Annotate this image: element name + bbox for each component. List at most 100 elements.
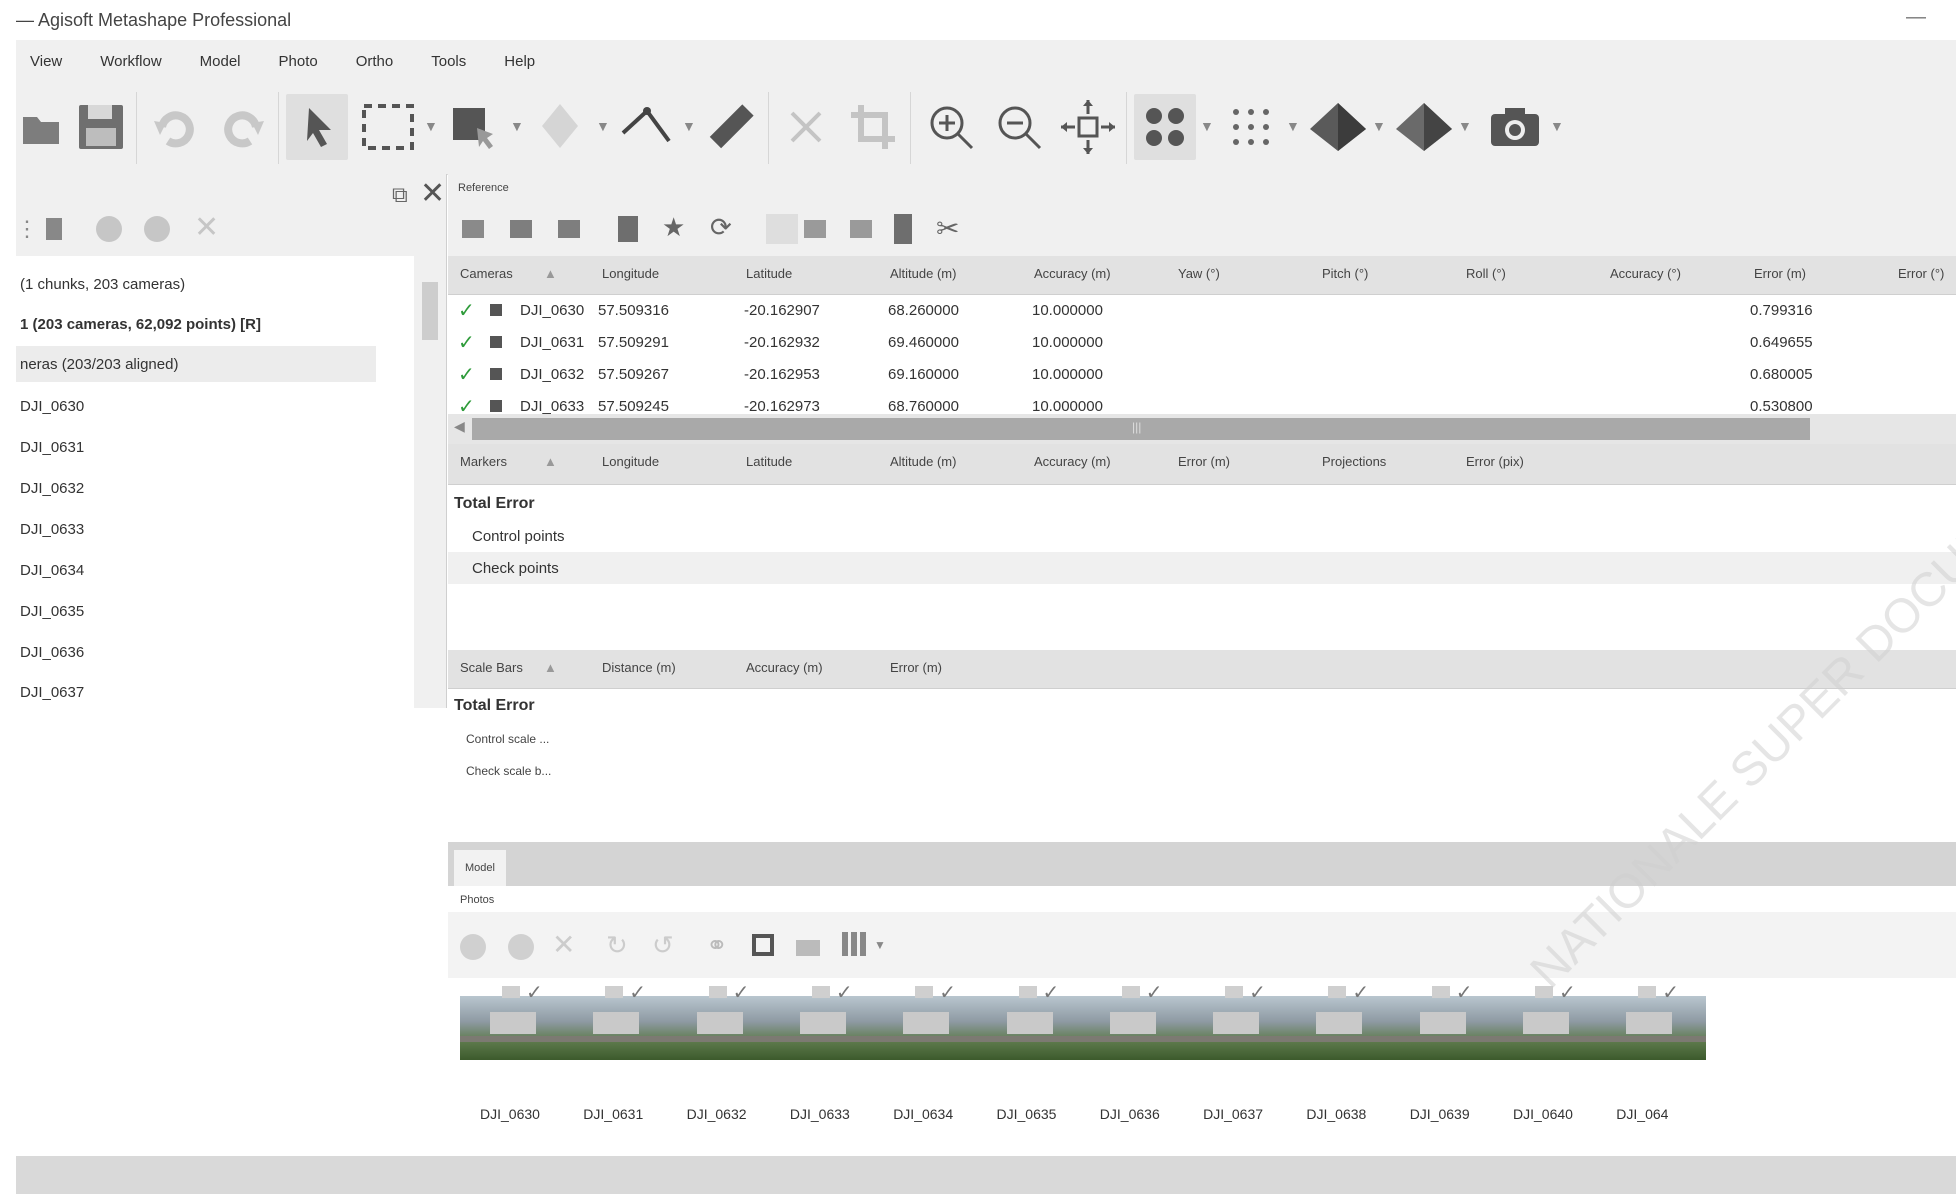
model-textured-icon[interactable]	[1392, 94, 1456, 160]
menu-tools[interactable]: Tools	[421, 53, 476, 70]
chevron-down-icon[interactable]: ▼	[874, 938, 886, 952]
sort-icon[interactable]	[894, 214, 912, 244]
checkbox-checked-icon[interactable]: ✓	[458, 330, 475, 355]
column-header[interactable]: Accuracy (°)	[1610, 266, 1681, 281]
chevron-down-icon[interactable]: ▼	[510, 118, 524, 134]
capture-view-icon[interactable]	[1482, 94, 1548, 160]
photo-thumbnail[interactable]: ✓ DJI_0639	[1389, 982, 1504, 1122]
checkbox-checked-icon[interactable]: ✓	[458, 362, 475, 387]
photo-thumbnail[interactable]: ✓ DJI_0638	[1286, 982, 1400, 1122]
checkbox-checked-icon[interactable]: ✓	[458, 394, 475, 414]
column-header[interactable]: Latitude	[746, 454, 792, 469]
column-header[interactable]: Error (°)	[1898, 266, 1944, 281]
photo-thumbnail[interactable]: ✓ DJI_0632	[666, 982, 781, 1122]
scrollbar-thumb[interactable]	[422, 282, 438, 340]
chevron-down-icon[interactable]: ▼	[1200, 118, 1214, 134]
column-header[interactable]: Longitude	[602, 266, 659, 281]
view-errors-icon[interactable]	[850, 220, 872, 238]
scrollbar-thumb[interactable]: |||	[472, 418, 1810, 440]
redo-icon[interactable]	[212, 94, 272, 160]
view-estimated-icon[interactable]	[804, 220, 826, 238]
crop-icon[interactable]	[842, 94, 904, 160]
close-icon[interactable]: ✕	[420, 176, 445, 211]
polyline-icon[interactable]	[616, 94, 678, 160]
menu-help[interactable]: Help	[494, 53, 545, 70]
remove-icon[interactable]: ✕	[194, 210, 219, 245]
chevron-down-icon[interactable]: ▼	[1458, 118, 1472, 134]
zoom-in-icon[interactable]	[920, 94, 982, 160]
photo-thumbnail[interactable]: ✓ DJI_0636	[1079, 982, 1194, 1122]
undo-icon[interactable]	[146, 94, 206, 160]
minimize-icon[interactable]: —	[1906, 6, 1926, 29]
calculator-icon[interactable]	[618, 216, 638, 242]
filter-icon[interactable]: ⚭	[706, 930, 728, 961]
column-header[interactable]: Error (m)	[1754, 266, 1806, 281]
table-row[interactable]: ✓ DJI_0630 57.509316 -20.162907 68.26000…	[448, 296, 1956, 328]
model-solid-icon[interactable]	[1306, 94, 1370, 160]
remove-icon[interactable]: ✕	[552, 928, 575, 961]
star-icon[interactable]: ★	[662, 212, 685, 243]
column-header[interactable]: Accuracy (m)	[1034, 266, 1111, 281]
photo-thumbnail[interactable]: ✓ DJI_064	[1596, 982, 1710, 1122]
reset-view-icon[interactable]	[1056, 94, 1120, 160]
chevron-down-icon[interactable]: ▼	[1286, 118, 1300, 134]
photo-thumbnail[interactable]: ✓ DJI_0630	[460, 982, 574, 1122]
shape-icon[interactable]	[530, 94, 594, 160]
column-header[interactable]: Accuracy (m)	[1034, 454, 1111, 469]
photo-thumbnail[interactable]: ✓ DJI_0640	[1493, 982, 1607, 1122]
chevron-down-icon[interactable]: ▼	[1550, 118, 1564, 134]
column-header[interactable]: Longitude	[602, 454, 659, 469]
photo-thumbnail[interactable]: ✓ DJI_0635	[976, 982, 1091, 1122]
menu-photo[interactable]: Photo	[269, 53, 328, 70]
tree-item-chunk[interactable]: 1 (203 cameras, 62,092 points) [R]	[20, 306, 261, 342]
checkbox-checked-icon[interactable]: ✓	[458, 298, 475, 323]
table-row[interactable]: ✓ DJI_0631 57.509291 -20.162932 69.46000…	[448, 328, 1956, 360]
disable-camera-icon[interactable]	[144, 216, 170, 242]
chevron-down-icon[interactable]: ▼	[424, 118, 438, 134]
tree-item-camera[interactable]: DJI_0632	[20, 470, 84, 506]
tree-item-camera[interactable]: DJI_0635	[20, 593, 84, 629]
rotate-left-icon[interactable]: ↺	[652, 930, 674, 961]
reset-filter-icon[interactable]	[752, 934, 774, 956]
column-header[interactable]: Altitude (m)	[890, 454, 956, 469]
column-header[interactable]: Projections	[1322, 454, 1386, 469]
settings-tools-icon[interactable]: ✂	[936, 212, 959, 245]
photo-thumbnail[interactable]: ✓ DJI_0637	[1183, 982, 1297, 1122]
add-chunk-icon[interactable]: ⋮	[16, 216, 38, 242]
column-header[interactable]: Altitude (m)	[890, 266, 956, 281]
tree-item-cameras[interactable]: neras (203/203 aligned)	[16, 346, 376, 382]
menu-workflow[interactable]: Workflow	[90, 53, 171, 70]
enable-camera-icon[interactable]	[96, 216, 122, 242]
import-icon[interactable]	[462, 220, 484, 238]
show-cameras-icon[interactable]	[1134, 94, 1196, 160]
add-photos-icon[interactable]	[46, 218, 62, 240]
transform-region-icon[interactable]	[444, 94, 506, 160]
menu-model[interactable]: Model	[190, 53, 251, 70]
enable-camera-icon[interactable]	[460, 934, 486, 960]
delete-icon[interactable]	[776, 94, 836, 160]
scalebars-control[interactable]: Control scale ...	[466, 732, 549, 746]
tab-model[interactable]: Model	[454, 850, 506, 886]
column-header[interactable]: Yaw (°)	[1178, 266, 1220, 281]
view-source-icon[interactable]	[766, 214, 798, 244]
column-header[interactable]: Roll (°)	[1466, 266, 1506, 281]
photo-thumbnail[interactable]: ✓ DJI_0633	[769, 982, 884, 1122]
photo-thumbnail[interactable]: ✓ DJI_0631	[563, 982, 677, 1122]
rotate-right-icon[interactable]: ↻	[606, 930, 628, 961]
disable-camera-icon[interactable]	[508, 934, 534, 960]
convert-icon[interactable]	[558, 220, 580, 238]
tree-item-camera[interactable]: DJI_0630	[20, 388, 84, 424]
column-header[interactable]: Distance (m)	[602, 660, 676, 675]
column-header[interactable]: Error (m)	[1178, 454, 1230, 469]
chevron-down-icon[interactable]: ▼	[596, 118, 610, 134]
tree-item-workspace[interactable]: (1 chunks, 203 cameras)	[20, 266, 185, 302]
column-header[interactable]: Error (pix)	[1466, 454, 1524, 469]
open-icon[interactable]	[16, 94, 66, 160]
markers-control-points[interactable]: Control points	[472, 520, 565, 552]
tree-item-camera[interactable]: DJI_0637	[20, 674, 84, 710]
column-header[interactable]: Cameras	[460, 266, 513, 281]
chevron-down-icon[interactable]: ▼	[1372, 118, 1386, 134]
column-header[interactable]: Scale Bars	[460, 660, 523, 675]
column-header[interactable]: Markers	[460, 454, 507, 469]
view-mode-icon[interactable]	[842, 932, 866, 956]
